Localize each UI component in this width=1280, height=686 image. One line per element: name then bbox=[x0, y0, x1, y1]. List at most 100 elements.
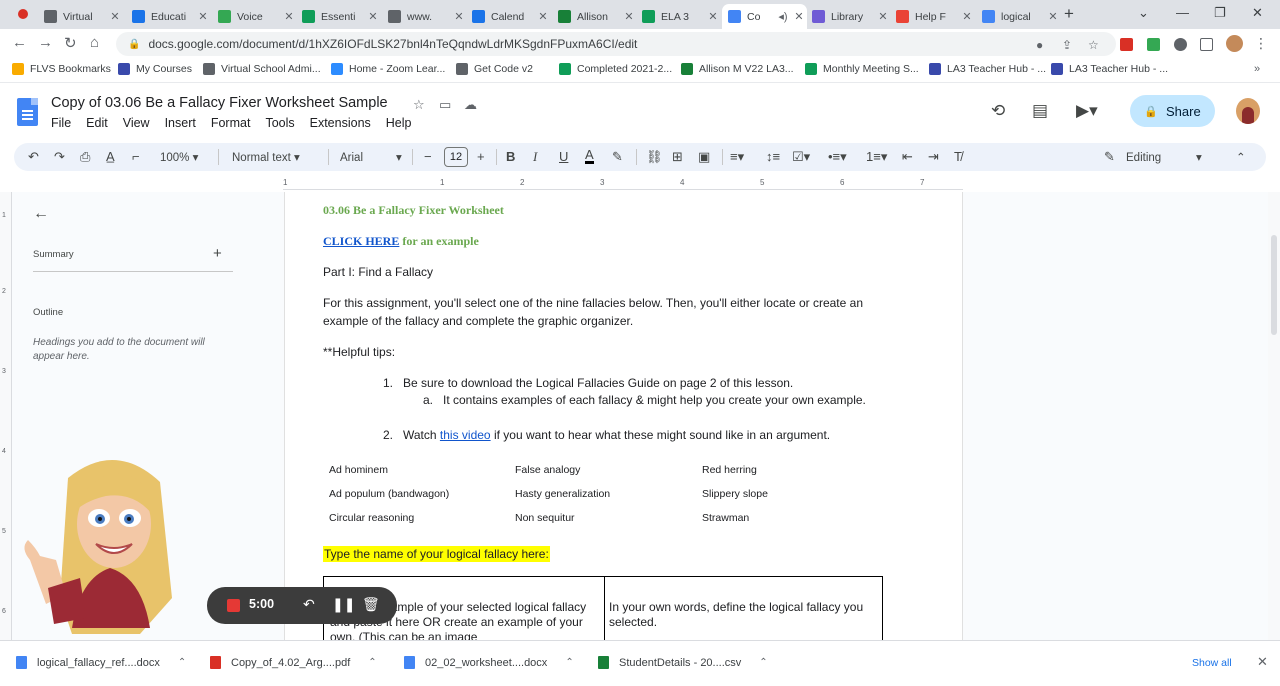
menu-item-format[interactable]: Format bbox=[211, 116, 251, 130]
new-tab-button[interactable]: + bbox=[1064, 4, 1074, 24]
text-color-icon[interactable]: A bbox=[585, 148, 594, 164]
star-icon[interactable]: ☆ bbox=[413, 97, 425, 113]
clear-formatting-icon[interactable]: T̸ bbox=[954, 149, 962, 165]
chevron-up-icon[interactable]: ⌃ bbox=[368, 657, 376, 668]
bookmark-item[interactable]: LA3 Teacher Hub - ... bbox=[929, 63, 1046, 75]
google-docs-logo-icon[interactable] bbox=[17, 98, 38, 126]
show-all-downloads-link[interactable]: Show all bbox=[1192, 657, 1232, 669]
close-outline-arrow-icon[interactable]: ← bbox=[33, 205, 49, 223]
bookmark-item[interactable]: FLVS Bookmarks bbox=[12, 63, 111, 75]
print-icon[interactable]: ⎙ bbox=[80, 149, 90, 165]
version-history-icon[interactable]: ⟲ bbox=[991, 101, 1005, 121]
zoom-select[interactable]: 100% ▾ bbox=[160, 150, 198, 166]
increase-font-size-icon[interactable]: + bbox=[477, 149, 485, 165]
tab-close-icon[interactable]: ✕ bbox=[791, 10, 807, 23]
menu-item-insert[interactable]: Insert bbox=[165, 116, 196, 130]
line-spacing-icon[interactable]: ↕≡ bbox=[766, 149, 780, 165]
undo-icon[interactable]: ↶ bbox=[28, 149, 39, 165]
font-select[interactable]: Arial bbox=[340, 150, 363, 166]
browser-tab[interactable]: Educati ✕ bbox=[126, 4, 211, 29]
browser-tab[interactable]: Co ◂) ✕ bbox=[722, 4, 807, 29]
side-panel-icon[interactable] bbox=[1200, 38, 1213, 51]
insert-comment-icon[interactable]: ⊞ bbox=[672, 149, 683, 165]
align-icon[interactable]: ≡▾ bbox=[730, 149, 744, 165]
bookmark-item[interactable]: Monthly Meeting S... bbox=[805, 63, 919, 75]
redo-icon[interactable]: ↷ bbox=[54, 149, 65, 165]
delete-recording-icon[interactable]: 🗑 bbox=[362, 596, 380, 613]
checklist-icon[interactable]: ☑▾ bbox=[792, 149, 810, 165]
browser-tab[interactable]: www. ✕ bbox=[382, 4, 467, 29]
browser-tab[interactable]: Help F ✕ bbox=[890, 4, 975, 29]
organizer-right-cell[interactable]: In your own words, define the logical fa… bbox=[609, 600, 879, 630]
font-size-input[interactable]: 12 bbox=[444, 147, 468, 167]
tab-close-icon[interactable]: ✕ bbox=[621, 10, 637, 23]
insert-link-icon[interactable]: ⛓ bbox=[646, 149, 663, 165]
stop-recording-button[interactable] bbox=[227, 599, 240, 612]
highlight-color-icon[interactable]: ✎ bbox=[612, 149, 623, 165]
hide-menus-icon[interactable]: ⌃ bbox=[1236, 150, 1246, 166]
download-item[interactable]: 02_02_worksheet....docx ⌃ bbox=[404, 656, 574, 669]
menu-item-extensions[interactable]: Extensions bbox=[310, 116, 371, 130]
tab-close-icon[interactable]: ✕ bbox=[535, 10, 551, 23]
tab-close-icon[interactable]: ✕ bbox=[195, 10, 211, 23]
browser-tab[interactable]: Essenti ✕ bbox=[296, 4, 381, 29]
browser-tab[interactable]: Library ✕ bbox=[806, 4, 891, 29]
bookmark-star-icon[interactable]: ☆ bbox=[1088, 38, 1099, 52]
insert-image-icon[interactable]: ▣ bbox=[698, 149, 710, 165]
decrease-font-size-icon[interactable]: − bbox=[424, 149, 432, 165]
menu-item-edit[interactable]: Edit bbox=[86, 116, 108, 130]
chevron-up-icon[interactable]: ⌃ bbox=[178, 657, 186, 668]
bold-icon[interactable]: B bbox=[506, 149, 515, 165]
browser-tab[interactable]: Allison ✕ bbox=[552, 4, 637, 29]
move-folder-icon[interactable]: ▭ bbox=[439, 97, 451, 113]
increase-indent-icon[interactable]: ⇥ bbox=[928, 149, 939, 165]
tab-close-icon[interactable]: ✕ bbox=[1045, 10, 1061, 23]
menu-item-tools[interactable]: Tools bbox=[265, 116, 294, 130]
microphone-icon[interactable]: ● bbox=[1036, 38, 1043, 52]
bookmark-item[interactable]: Get Code v2 bbox=[456, 63, 533, 75]
menu-item-help[interactable]: Help bbox=[386, 116, 412, 130]
minimize-button[interactable]: — bbox=[1176, 5, 1189, 20]
pause-recording-icon[interactable]: ❚❚ bbox=[332, 596, 355, 613]
address-bar[interactable]: 🔒 docs.google.com/document/d/1hXZ6IOFdLS… bbox=[116, 32, 1116, 56]
click-here-link[interactable]: CLICK HERE bbox=[323, 234, 399, 248]
forward-button[interactable]: → bbox=[38, 34, 53, 51]
tab-close-icon[interactable]: ✕ bbox=[107, 10, 123, 23]
bookmark-item[interactable]: Virtual School Admi... bbox=[203, 63, 321, 75]
style-select[interactable]: Normal text ▾ bbox=[232, 150, 300, 166]
tab-close-icon[interactable]: ✕ bbox=[451, 10, 467, 23]
extensions-puzzle-icon[interactable] bbox=[1174, 38, 1187, 51]
browser-menu-icon[interactable]: ⋮ bbox=[1254, 35, 1268, 52]
spellcheck-icon[interactable]: A̲ bbox=[106, 149, 115, 165]
close-downloads-icon[interactable]: ✕ bbox=[1257, 654, 1268, 670]
document-page[interactable] bbox=[284, 192, 963, 640]
editing-mode-dropdown-icon[interactable]: ▾ bbox=[1196, 150, 1202, 166]
type-fallacy-prompt[interactable]: Type the name of your logical fallacy he… bbox=[323, 546, 550, 562]
meet-video-icon[interactable]: ▶▾ bbox=[1076, 101, 1098, 121]
tab-close-icon[interactable]: ✕ bbox=[705, 10, 721, 23]
browser-tab[interactable]: Voice ✕ bbox=[212, 4, 297, 29]
browser-tab[interactable]: ELA 3 ✕ bbox=[636, 4, 721, 29]
editing-mode-select[interactable]: Editing bbox=[1126, 150, 1161, 166]
bulleted-list-icon[interactable]: •≡▾ bbox=[828, 149, 847, 165]
chevron-up-icon[interactable]: ⌃ bbox=[759, 657, 767, 668]
bookmark-item[interactable]: Allison M V22 LA3... bbox=[681, 63, 794, 75]
user-avatar[interactable] bbox=[1236, 98, 1260, 124]
tab-close-icon[interactable]: ✕ bbox=[281, 10, 297, 23]
maximize-button[interactable]: ❐ bbox=[1214, 5, 1226, 21]
browser-profile-avatar[interactable] bbox=[1226, 35, 1243, 52]
reload-button[interactable]: ↻ bbox=[64, 34, 77, 52]
underline-icon[interactable]: U bbox=[559, 149, 568, 165]
this-video-link[interactable]: this video bbox=[440, 428, 491, 442]
share-button[interactable]: 🔒 Share bbox=[1130, 95, 1215, 127]
browser-tab[interactable]: Calend ✕ bbox=[466, 4, 551, 29]
scrollbar-thumb[interactable] bbox=[1271, 235, 1277, 335]
bookmark-item[interactable]: My Courses bbox=[118, 63, 192, 75]
numbered-list-icon[interactable]: 1≡▾ bbox=[866, 149, 887, 165]
restart-recording-icon[interactable]: ↶ bbox=[303, 596, 315, 613]
tab-close-icon[interactable]: ✕ bbox=[959, 10, 975, 23]
tab-audio-icon[interactable]: ◂) bbox=[775, 10, 791, 23]
bookmark-item[interactable]: Home - Zoom Lear... bbox=[331, 63, 445, 75]
back-button[interactable]: ← bbox=[12, 34, 27, 51]
more-bookmarks-icon[interactable]: » bbox=[1254, 63, 1260, 75]
